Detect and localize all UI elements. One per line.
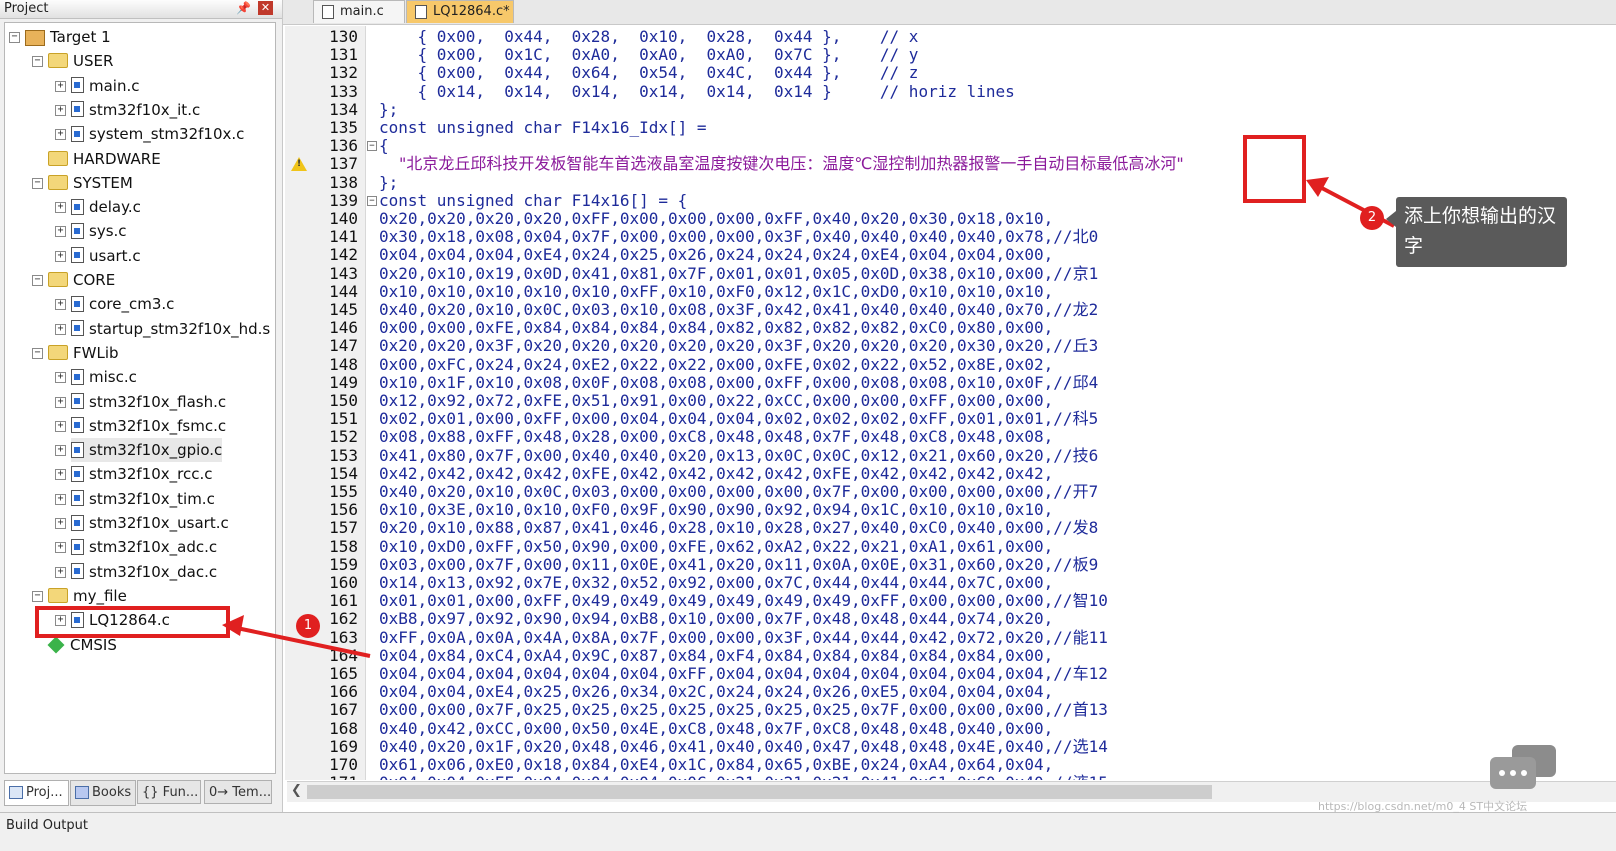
annotation-arrows [222, 177, 1395, 658]
arrow-2-head [1306, 177, 1329, 197]
annotation-badge-2: 2 [1360, 206, 1384, 230]
annotation-badge-1: 1 [296, 614, 320, 638]
annotation-tooltip: 添上你想输出的汉字 [1386, 197, 1567, 267]
arrow-1-head [222, 615, 244, 636]
watermark: https://blog.csdn.net/m0_4 ST中文论坛 [1318, 800, 1528, 813]
chat-bubble-icon[interactable] [1490, 745, 1558, 793]
highlight-box-string [1243, 135, 1306, 203]
